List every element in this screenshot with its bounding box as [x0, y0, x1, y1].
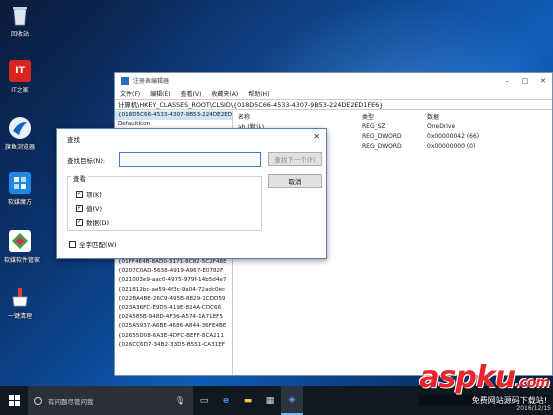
taskbar-edge[interactable]: e — [215, 386, 237, 415]
find-target-label: 查找目标(N): — [67, 157, 106, 165]
close-button[interactable]: ✕ — [534, 77, 552, 85]
taskbar-clock[interactable]: 2016/12/15 — [516, 405, 551, 412]
software-manager-icon — [9, 230, 31, 252]
taskbar-regedit[interactable]: ◈ — [281, 386, 303, 415]
address-bar[interactable]: 计算机\HKEY_CLASSES_ROOT\CLSID\{018D5C66-45… — [115, 99, 552, 110]
menu-favorites[interactable]: 收藏夹(A) — [211, 89, 238, 98]
tree-key-item[interactable]: {025A5937-A6BE-4686-A844-36FE4BE — [115, 322, 232, 331]
tree-key-item[interactable]: {023A36FC-E9D5-419E-824A-CDC66 — [115, 304, 232, 313]
find-dialog[interactable]: 查找 ✕ 查找目标(N): 查找下一个(F) 取消 查看 ✓ 项(K) ✓ 值(… — [56, 128, 327, 259]
value-type: REG_SZ — [362, 122, 386, 130]
look-at-group: 查看 ✓ 项(K) ✓ 值(V) ✓ 数据(D) — [67, 173, 262, 231]
checkbox-match-whole[interactable] — [69, 240, 76, 248]
keys-checkbox[interactable]: ✓ 项(K) — [76, 189, 102, 199]
windows-icon — [8, 395, 20, 406]
value-data: OneDrive — [427, 122, 456, 130]
microphone-icon[interactable]: 🎙 — [175, 396, 185, 405]
title-bar[interactable]: 注册表编辑器 – □ ✕ — [115, 73, 552, 88]
desktop-icon-cube[interactable]: 软媒魔方 — [4, 172, 36, 206]
menu-edit[interactable]: 编辑(E) — [150, 89, 170, 98]
window-title: 注册表编辑器 — [133, 78, 170, 85]
checkbox-values[interactable]: ✓ — [76, 204, 83, 212]
store-icon: ▦ — [265, 395, 275, 406]
cortana-search-box[interactable]: 有问题尽管问我 🎙 — [28, 386, 193, 415]
tree-key-item[interactable]: {02655D08-6A3E-4DFC-BEFF-8CA211 — [115, 332, 232, 341]
values-checkbox[interactable]: ✓ 值(V) — [76, 203, 102, 213]
search-placeholder: 有问题尽管问我 — [48, 397, 94, 406]
checkbox-keys[interactable]: ✓ — [76, 190, 83, 198]
start-button[interactable] — [0, 386, 28, 415]
tree-key-item[interactable]: {021003e9-aac0-4975-979f-14b5d4e7 — [115, 276, 232, 285]
column-type[interactable]: 类型 — [362, 112, 427, 121]
tree-key-item[interactable]: {021812bc-ae59-4f3c-9a04-72adc0ec — [115, 286, 232, 295]
find-target-input[interactable] — [119, 152, 261, 167]
find-next-button[interactable]: 查找下一个(F) — [268, 152, 322, 166]
recycle-bin-icon — [9, 4, 31, 26]
column-name[interactable]: 名称 — [234, 112, 362, 121]
value-data: 0x00000042 (66) — [427, 132, 480, 140]
menu-bar: 文件(F) 编辑(E) 查看(V) 收藏夹(A) 帮助(H) — [115, 88, 552, 99]
checkbox-data[interactable]: ✓ — [76, 218, 83, 226]
find-dialog-title: 查找 — [67, 136, 80, 144]
desktop-icon-software-manager[interactable]: 软媒软件管家 — [4, 230, 40, 264]
tree-key-item[interactable]: {024585B-948D-4F36-A574-1A71EF5 — [115, 313, 232, 322]
taskbar-store[interactable]: ▦ — [259, 386, 281, 415]
cancel-button[interactable]: 取消 — [268, 174, 322, 188]
edge-icon: e — [222, 395, 230, 406]
regedit-app-icon — [121, 76, 129, 85]
tree-key-item[interactable]: {026CC6D7-34B2-33D5-B551-CA31EF — [115, 341, 232, 350]
tree-key-item[interactable]: {0207C0AD-5638-4919-A967-E0782F — [115, 267, 232, 276]
column-data[interactable]: 数据 — [427, 112, 527, 121]
watermark: aspku.com 免费网站源码下载站! — [419, 360, 550, 406]
tree-key-item[interactable]: {018D5C66-4533-4307-9B53-224DE2ED — [115, 111, 232, 121]
look-at-label: 查看 — [71, 173, 88, 183]
match-whole-string-checkbox[interactable]: 全字匹配(W) — [69, 239, 117, 249]
browser-icon — [9, 117, 31, 139]
taskbar-explorer[interactable]: ▬ — [237, 386, 259, 415]
tree-key-item[interactable]: {022BA4BE-26C9-495B-8829-1CDD59 — [115, 295, 232, 304]
menu-file[interactable]: 文件(F) — [120, 89, 140, 98]
watermark-logo: aspku.com — [419, 360, 550, 395]
task-view-button[interactable]: ▭ — [193, 386, 215, 415]
cleanup-icon — [9, 286, 31, 308]
data-checkbox[interactable]: ✓ 数据(D) — [76, 217, 109, 227]
values-header: 名称 类型 数据 — [234, 111, 552, 121]
folder-icon: ▬ — [243, 395, 253, 406]
desktop-icon-recycle-bin[interactable]: 回收站 — [4, 4, 36, 38]
maximize-button[interactable]: □ — [516, 77, 534, 85]
cube-icon — [9, 172, 31, 194]
value-data: 0x00000000 (0) — [427, 142, 476, 150]
cortana-icon — [34, 396, 42, 405]
ithome-icon: IT — [9, 60, 31, 82]
menu-view[interactable]: 查看(V) — [181, 89, 202, 98]
task-view-icon: ▭ — [199, 395, 209, 406]
desktop-icon-ithome[interactable]: IT IT之家 — [4, 60, 36, 94]
menu-help[interactable]: 帮助(H) — [248, 89, 269, 98]
minimize-button[interactable]: – — [498, 77, 516, 85]
value-type: REG_DWORD — [362, 132, 402, 140]
desktop-icon-browser[interactable]: 旗鱼浏览器 — [4, 117, 36, 151]
tree-key-item[interactable]: {01FF4E4B-8AD0-3171-8C82-5C2F48E — [115, 258, 232, 267]
value-type: REG_DWORD — [362, 142, 402, 150]
desktop-icon-cleanup[interactable]: 一键清理 — [4, 286, 36, 320]
regedit-icon: ◈ — [288, 394, 296, 405]
close-icon[interactable]: ✕ — [313, 132, 320, 141]
